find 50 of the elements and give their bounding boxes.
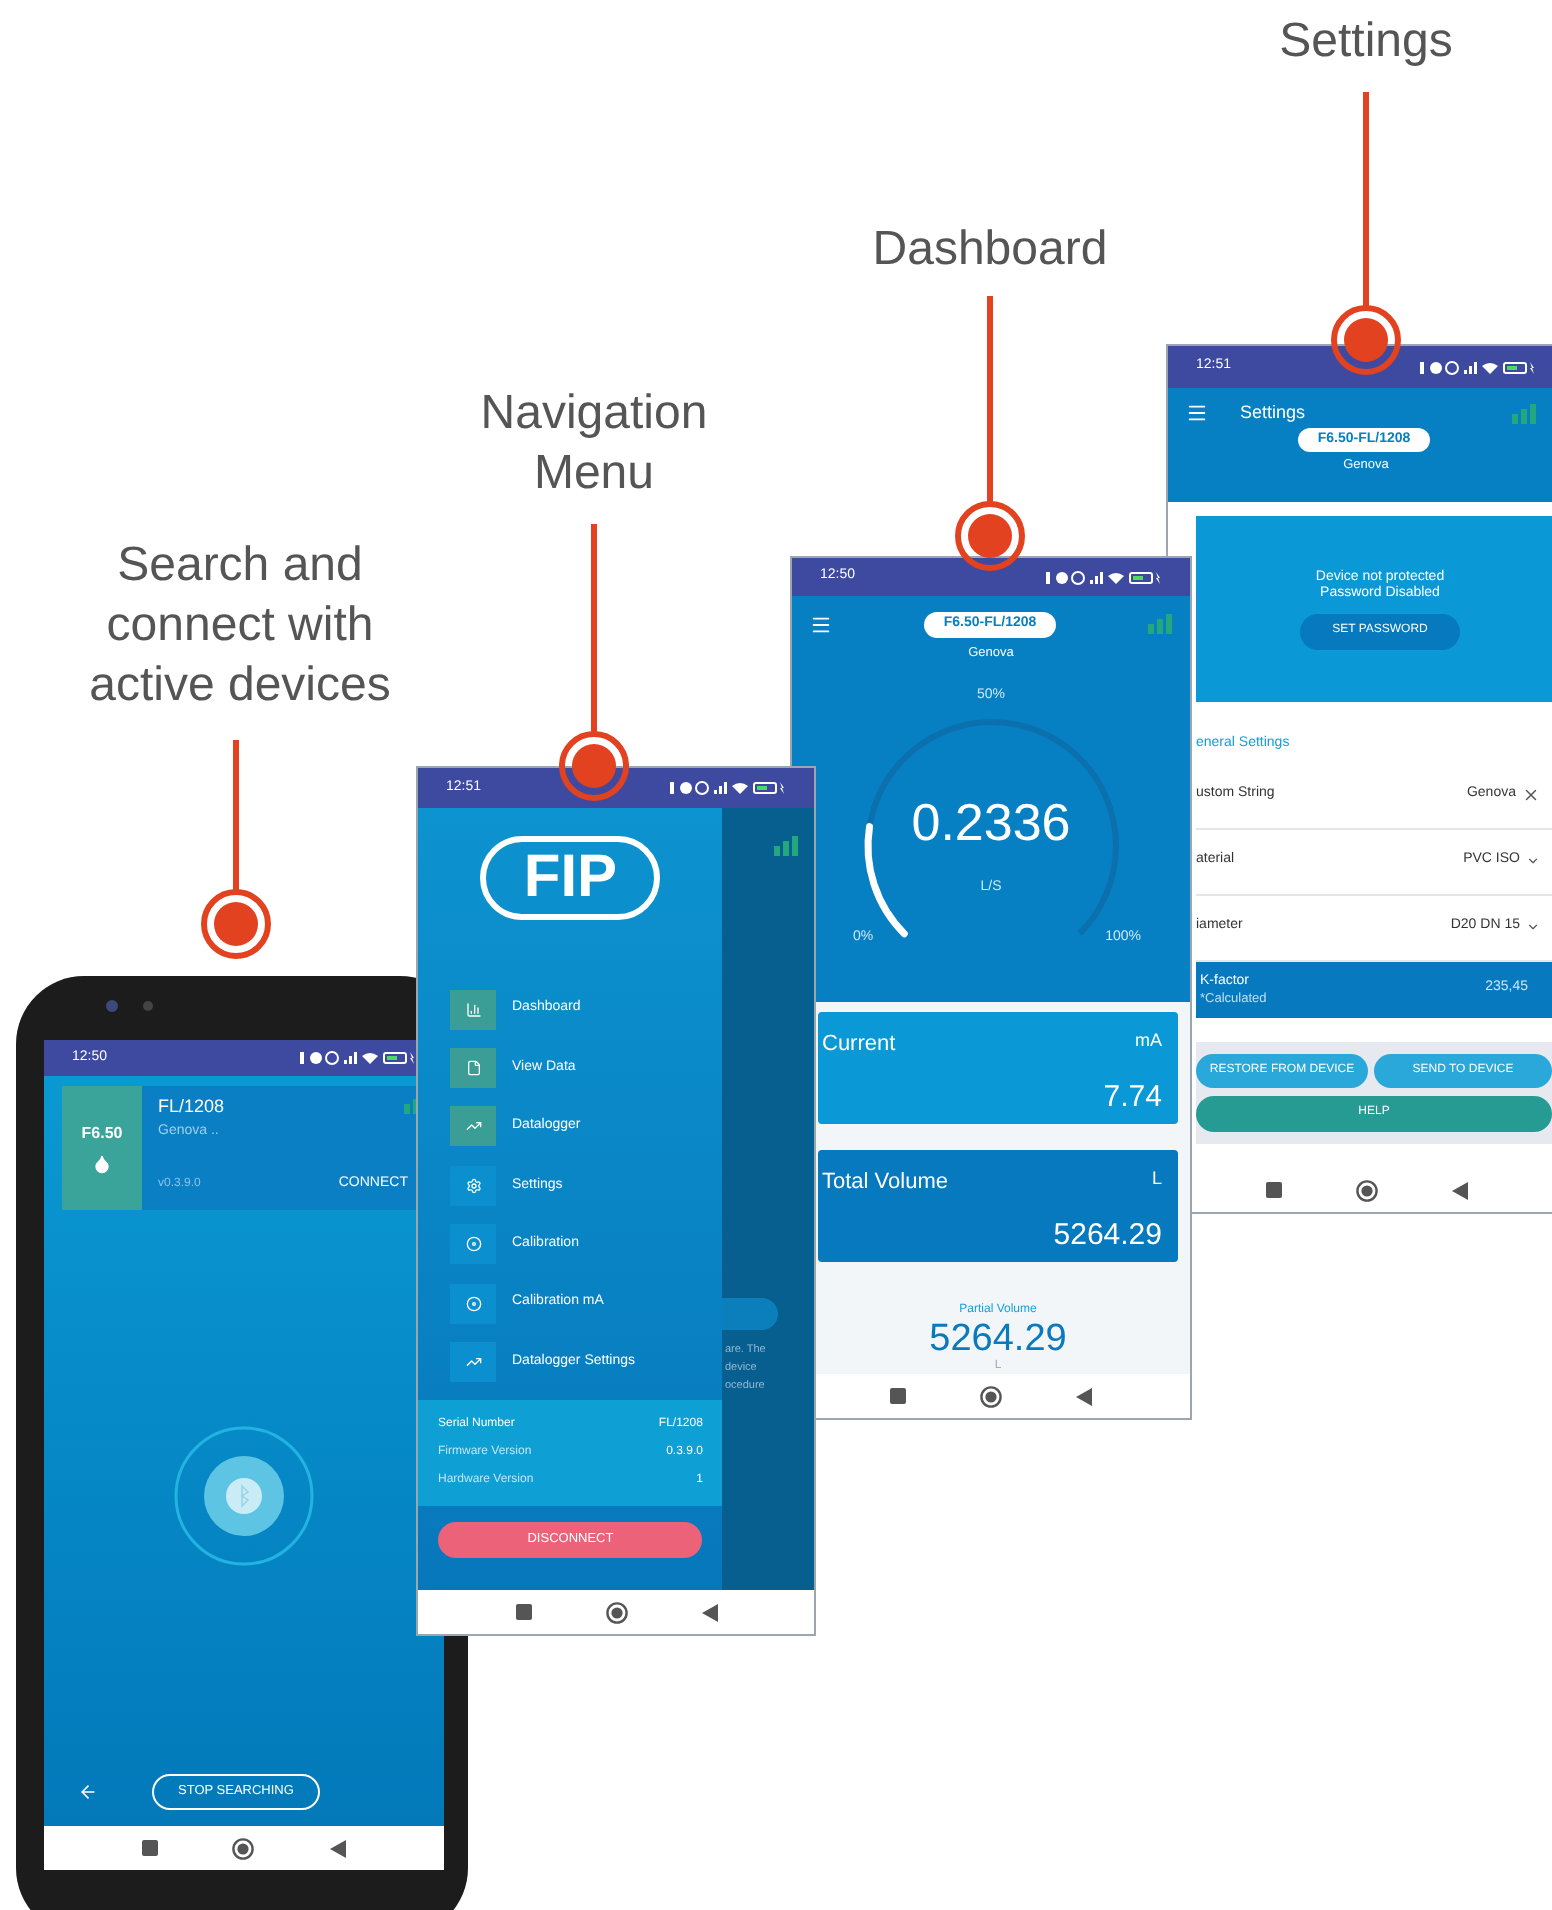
status-icons-drawing	[670, 780, 786, 796]
callout-label: Dashboard	[870, 220, 1110, 280]
screen-title: Settings	[1240, 400, 1306, 426]
trend-line-icon	[465, 1118, 481, 1135]
recent-apps-icon[interactable]	[1265, 1182, 1281, 1198]
fip-logo: FIP	[480, 836, 661, 920]
gear-icon	[465, 1177, 481, 1194]
home-icon[interactable]	[232, 1837, 255, 1859]
droplet-icon	[92, 1154, 112, 1174]
reading-unit: mA	[1135, 1028, 1164, 1054]
menu-icon[interactable]	[810, 613, 832, 636]
recent-apps-icon[interactable]	[141, 1840, 158, 1856]
dropdown-caret-icon[interactable]	[1526, 920, 1540, 934]
bar-chart-icon	[465, 1001, 481, 1018]
reading-label: Current	[822, 1030, 896, 1060]
recent-apps-icon[interactable]	[515, 1604, 531, 1620]
dropdown-caret-icon[interactable]	[1526, 854, 1540, 868]
back-icon[interactable]	[701, 1603, 717, 1621]
device-model: F6.50	[81, 1122, 123, 1146]
home-icon[interactable]	[605, 1601, 627, 1623]
file-icon	[465, 1060, 481, 1077]
callout-label: Settings	[1277, 12, 1455, 72]
reading-value: 5264.29	[1053, 1220, 1164, 1250]
back-icon[interactable]	[1451, 1181, 1467, 1199]
back-arrow-icon[interactable]	[78, 1782, 98, 1802]
partial-volume-value: 5264.29	[929, 1320, 1067, 1360]
radar-drawing	[172, 1424, 316, 1568]
reading-label: Total Volume	[822, 1168, 948, 1198]
callout-label: Search and connect with active devices	[87, 536, 393, 716]
reading-unit: L	[1151, 1166, 1164, 1192]
status-icons-drawing	[1046, 569, 1162, 585]
disc-icon	[465, 1236, 481, 1253]
back-icon[interactable]	[1076, 1387, 1093, 1405]
disc-icon	[465, 1295, 481, 1312]
callout-label: Navigation Menu	[478, 384, 710, 504]
signal-bars-icon	[1148, 614, 1172, 635]
clear-icon[interactable]	[1522, 786, 1540, 804]
recent-apps-icon[interactable]	[889, 1388, 906, 1404]
signal-bars-icon	[1512, 403, 1536, 424]
status-icons-drawing	[1420, 359, 1536, 375]
reading-value: 7.74	[1103, 1082, 1164, 1112]
home-icon[interactable]	[1355, 1179, 1377, 1201]
gauge-value: 0.2336	[909, 792, 1073, 853]
back-icon[interactable]	[330, 1839, 347, 1857]
device-name: FL/1208	[158, 1094, 225, 1120]
home-icon[interactable]	[979, 1385, 1002, 1407]
signal-bars-icon	[774, 836, 798, 856]
menu-icon[interactable]	[1186, 402, 1208, 425]
trend-line-icon	[465, 1354, 481, 1371]
pill-shape	[722, 1298, 779, 1330]
